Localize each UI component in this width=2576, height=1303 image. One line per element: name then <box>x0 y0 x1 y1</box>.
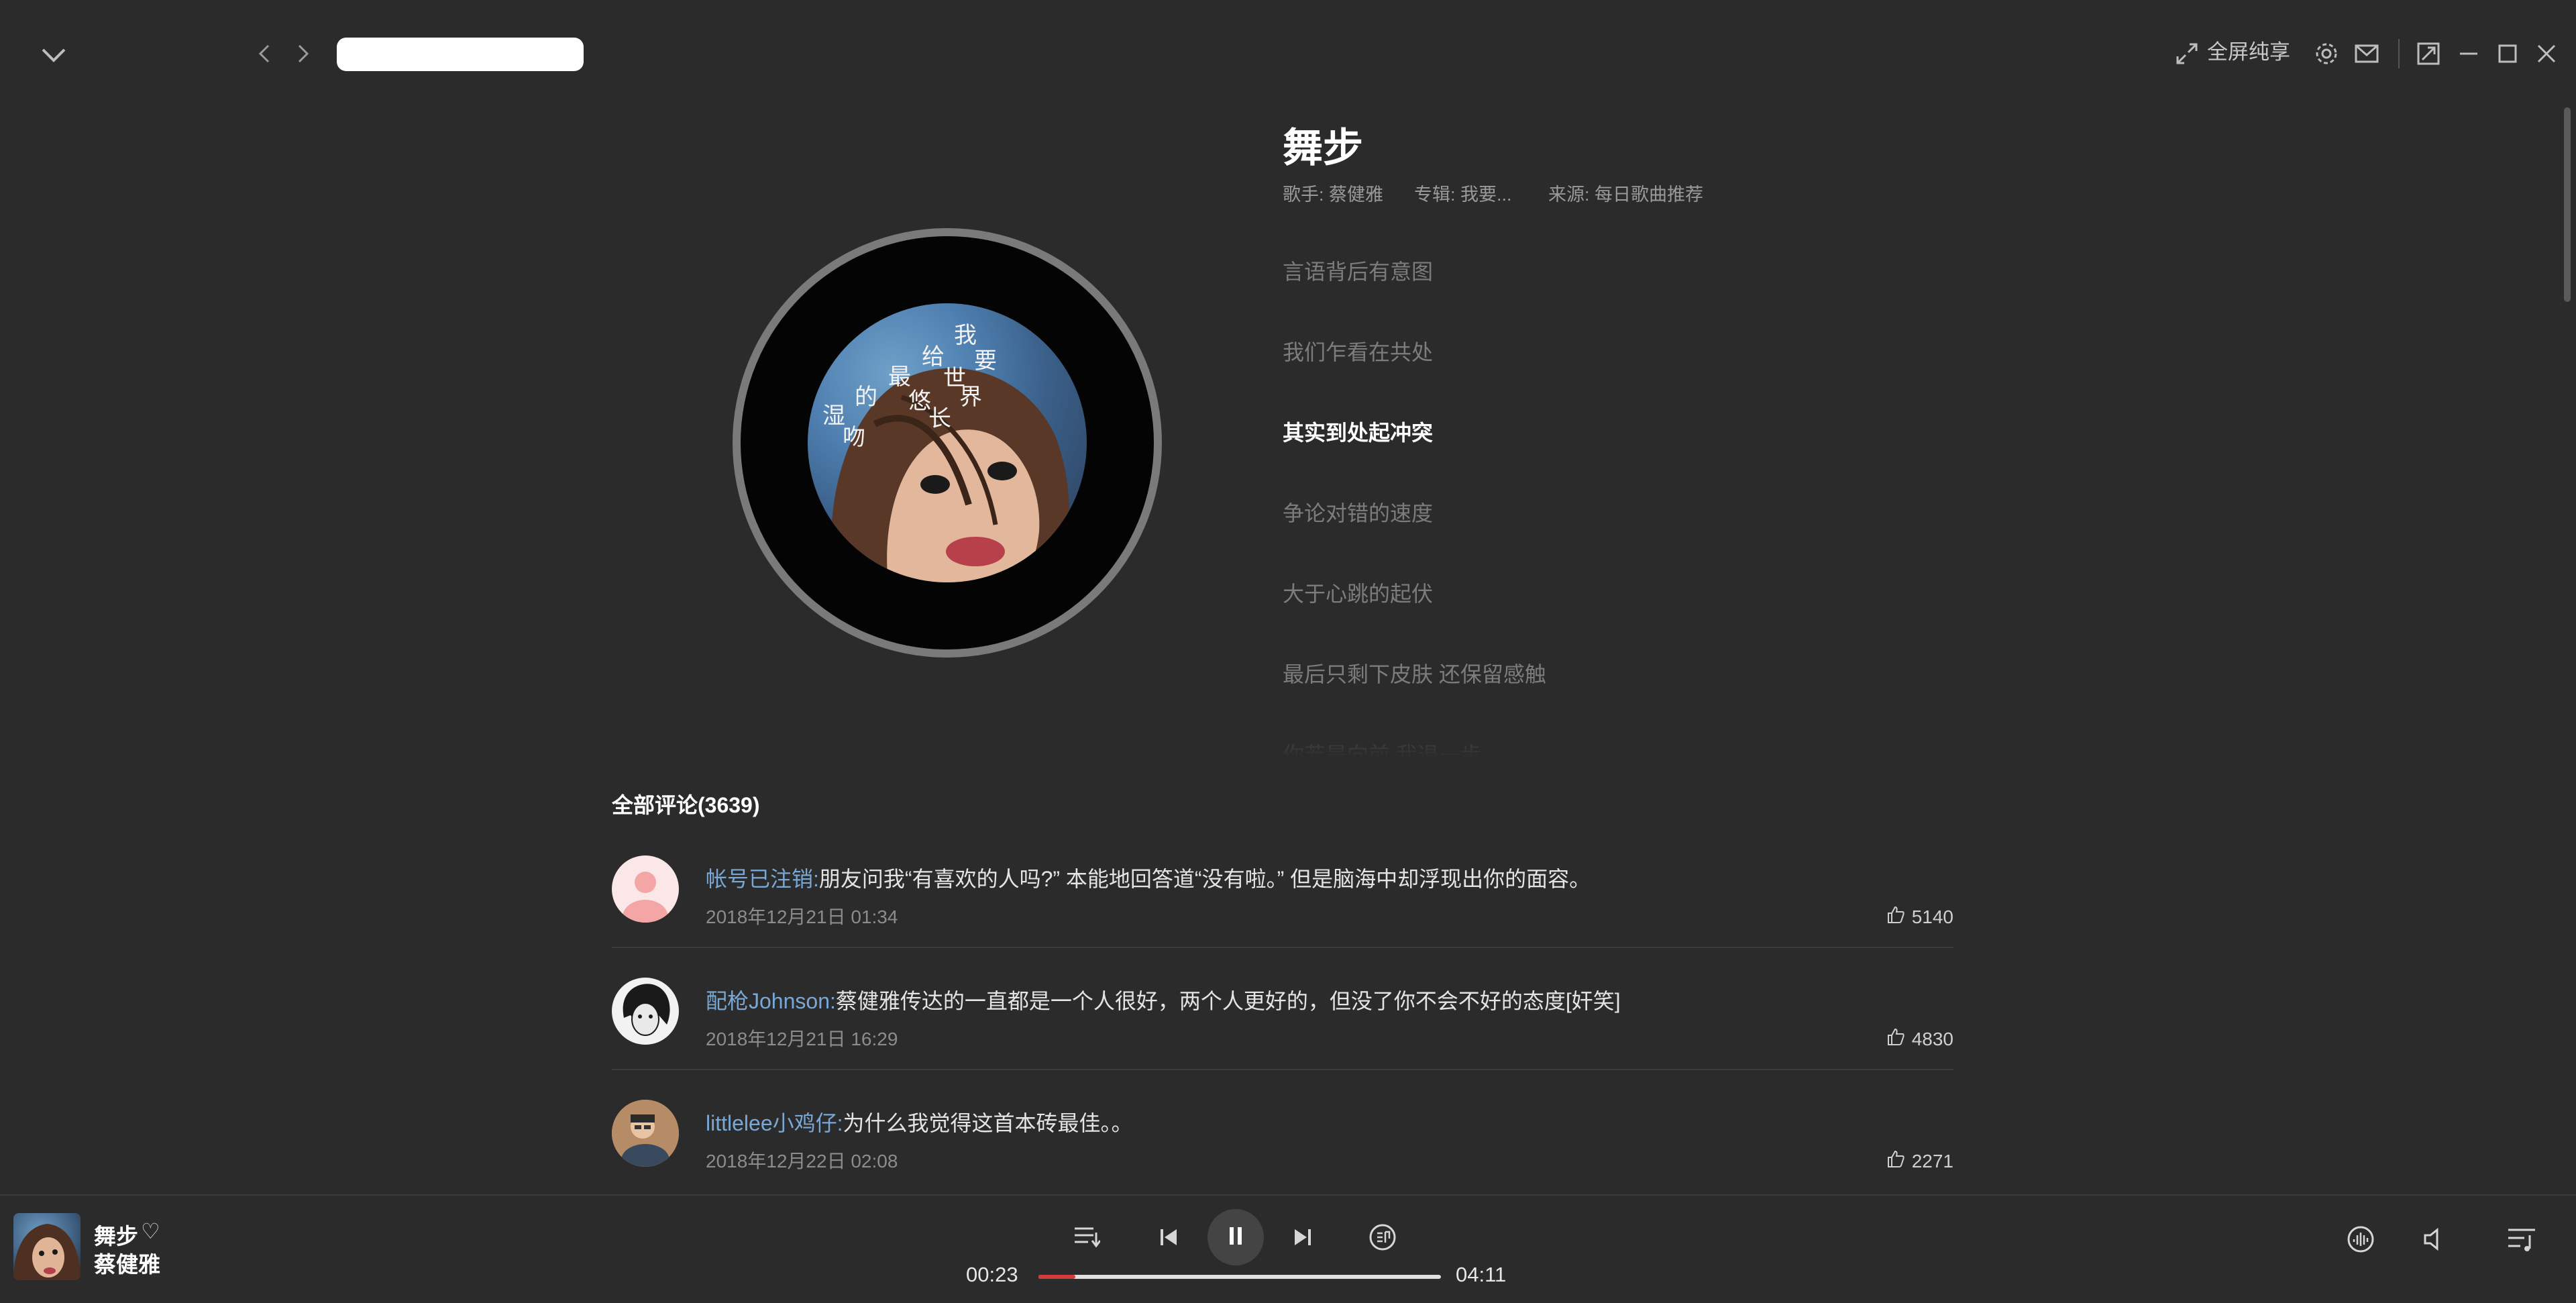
player-bar: 舞步 ♡ 蔡健雅 00:23 04:11 <box>0 1194 2576 1303</box>
lyrics-toggle-icon[interactable] <box>1366 1217 1399 1257</box>
source-meta-label: 来源: <box>1548 185 1590 205</box>
comment-username[interactable]: 配枪Johnson <box>706 989 830 1013</box>
cover-char: 界 <box>959 384 982 411</box>
comment-colon: : <box>830 989 836 1013</box>
back-arrow-icon[interactable] <box>251 40 278 67</box>
vinyl-disc-inner: 我 要 给 世 界 最 悠 长 的 湿 吻 <box>741 236 1154 649</box>
mini-album-cover[interactable] <box>13 1213 80 1280</box>
comment-item: 帐号已注销:朋友问我“有喜欢的人吗?” 本能地回答道“没有啦。” 但是脑海中却浮… <box>612 855 1953 978</box>
collapse-chevron-down-icon[interactable] <box>35 40 72 70</box>
comment-colon: : <box>813 867 819 891</box>
comment-username[interactable]: littlelee小鸡仔 <box>706 1111 837 1135</box>
comment-body: 配枪Johnson:蔡健雅传达的一直都是一个人很好，两个人更好的，但没了你不会不… <box>706 984 1621 1015</box>
lyric-line: 你若是向前 我退一步 <box>1283 743 1482 758</box>
source-meta[interactable]: 来源: 每日歌曲推荐 <box>1548 180 1703 206</box>
like-count: 5140 <box>1911 906 1953 927</box>
cover-char: 长 <box>928 405 951 432</box>
thumbs-up-icon <box>1886 1027 1905 1051</box>
album-meta-label: 专辑: <box>1414 185 1456 205</box>
fullscreen-mode-button[interactable]: 全屏纯享 <box>2207 38 2290 67</box>
comment-time: 2018年12月21日 01:34 <box>706 906 898 927</box>
search-input[interactable] <box>337 38 584 71</box>
total-time: 04:11 <box>1456 1263 1507 1286</box>
avatar[interactable] <box>612 978 679 1045</box>
like-button[interactable]: 4830 <box>1886 1027 1953 1051</box>
previous-track-icon[interactable] <box>1154 1217 1183 1257</box>
lyric-line: 言语背后有意图 <box>1283 260 1434 284</box>
album-meta[interactable]: 专辑: 我要... <box>1414 180 1512 206</box>
mini-mode-icon[interactable] <box>2414 39 2443 68</box>
settings-gear-icon[interactable] <box>2312 39 2341 68</box>
artist-meta[interactable]: 歌手: 蔡健雅 <box>1283 180 1383 206</box>
lyric-line: 大于心跳的起伏 <box>1283 582 1434 606</box>
avatar[interactable] <box>612 1100 679 1167</box>
progress-fill <box>1038 1275 1076 1279</box>
titlebar-divider <box>2398 39 2400 68</box>
scrollbar-thumb[interactable] <box>2564 107 2571 302</box>
album-link[interactable]: 我要... <box>1460 185 1512 205</box>
like-count: 4830 <box>1911 1028 1953 1049</box>
playlist-queue-icon[interactable] <box>2505 1222 2538 1256</box>
current-time: 00:23 <box>966 1263 1018 1286</box>
heart-icon[interactable]: ♡ <box>141 1218 160 1244</box>
cover-char: 我 <box>954 322 977 349</box>
song-title: 舞步 <box>1283 125 1363 170</box>
comments-header: 全部评论(3639) <box>612 793 760 817</box>
like-button[interactable]: 2271 <box>1886 1149 1953 1173</box>
progress-bar[interactable] <box>1038 1275 1441 1279</box>
title-bar: 全屏纯享 <box>0 0 2576 107</box>
player-artist-name[interactable]: 蔡健雅 <box>94 1247 160 1279</box>
lyric-line: 最后只剩下皮肤 还保留感触 <box>1283 662 1546 686</box>
vinyl-disc: 我 要 给 世 界 最 悠 长 的 湿 吻 <box>733 228 1162 658</box>
comment-username[interactable]: 帐号已注销 <box>706 867 813 891</box>
volume-icon[interactable] <box>2418 1222 2451 1256</box>
comment-text: 为什么我觉得这首本砖最佳。。 <box>843 1111 1133 1135</box>
pause-button[interactable] <box>1208 1209 1264 1265</box>
comment-time: 2018年12月22日 02:08 <box>706 1151 898 1171</box>
comment-colon: : <box>837 1111 843 1135</box>
comment-body: littlelee小鸡仔:为什么我觉得这首本砖最佳。。 <box>706 1106 1133 1137</box>
cover-char: 的 <box>855 384 877 411</box>
comment-divider <box>612 1069 1953 1070</box>
source-link[interactable]: 每日歌曲推荐 <box>1595 185 1703 205</box>
close-icon[interactable] <box>2532 39 2561 68</box>
thumbs-up-icon <box>1886 1149 1905 1173</box>
lyric-line-current: 其实到处起冲突 <box>1283 421 1434 445</box>
maximize-icon[interactable] <box>2493 39 2522 68</box>
like-count: 2271 <box>1911 1150 1953 1171</box>
thumbs-up-icon <box>1886 905 1905 929</box>
cover-char: 给 <box>922 344 945 370</box>
playlist-mode-icon[interactable] <box>1072 1217 1102 1257</box>
sound-effect-icon[interactable] <box>2344 1222 2377 1256</box>
lyrics-panel[interactable]: 言语背后有意图 我们乍看在共处 其实到处起冲突 争论对错的速度 大于心跳的起伏 … <box>1283 242 1886 758</box>
album-cover-image: 我 要 给 世 界 最 悠 长 的 湿 吻 <box>808 303 1087 582</box>
fullscreen-expand-icon[interactable] <box>2172 39 2202 68</box>
lyric-line: 我们乍看在共处 <box>1283 340 1434 364</box>
page-scrollbar[interactable] <box>2564 107 2571 1194</box>
album-cover-text: 我 要 给 世 界 最 悠 长 的 湿 吻 <box>808 303 1087 582</box>
like-button[interactable]: 5140 <box>1886 905 1953 929</box>
forward-arrow-icon[interactable] <box>290 40 317 67</box>
comment-text: 朋友问我“有喜欢的人吗?” 本能地回答道“没有啦。” 但是脑海中却浮现出你的面容… <box>818 867 1591 891</box>
next-track-icon[interactable] <box>1288 1217 1318 1257</box>
comment-divider <box>612 947 1953 948</box>
cover-char: 湿 <box>822 403 845 429</box>
mail-icon[interactable] <box>2352 39 2381 68</box>
artist-link[interactable]: 蔡健雅 <box>1329 185 1383 205</box>
minimize-icon[interactable] <box>2454 39 2483 68</box>
artist-meta-label: 歌手: <box>1283 185 1324 205</box>
cover-char: 悠 <box>908 388 931 415</box>
comment-time: 2018年12月21日 16:29 <box>706 1029 898 1049</box>
cover-char: 要 <box>974 348 997 374</box>
cover-char: 吻 <box>843 424 865 451</box>
pause-icon <box>1226 1224 1246 1251</box>
player-song-title[interactable]: 舞步 <box>94 1218 138 1251</box>
cover-char: 最 <box>888 364 911 390</box>
avatar[interactable] <box>612 855 679 923</box>
comment-item: 配枪Johnson:蔡健雅传达的一直都是一个人很好，两个人更好的，但没了你不会不… <box>612 978 1953 1100</box>
comment-body: 帐号已注销:朋友问我“有喜欢的人吗?” 本能地回答道“没有啦。” 但是脑海中却浮… <box>706 862 1591 893</box>
comment-text: 蔡健雅传达的一直都是一个人很好，两个人更好的，但没了你不会不好的态度[奸笑] <box>835 989 1621 1013</box>
lyric-line: 争论对错的速度 <box>1283 501 1434 525</box>
